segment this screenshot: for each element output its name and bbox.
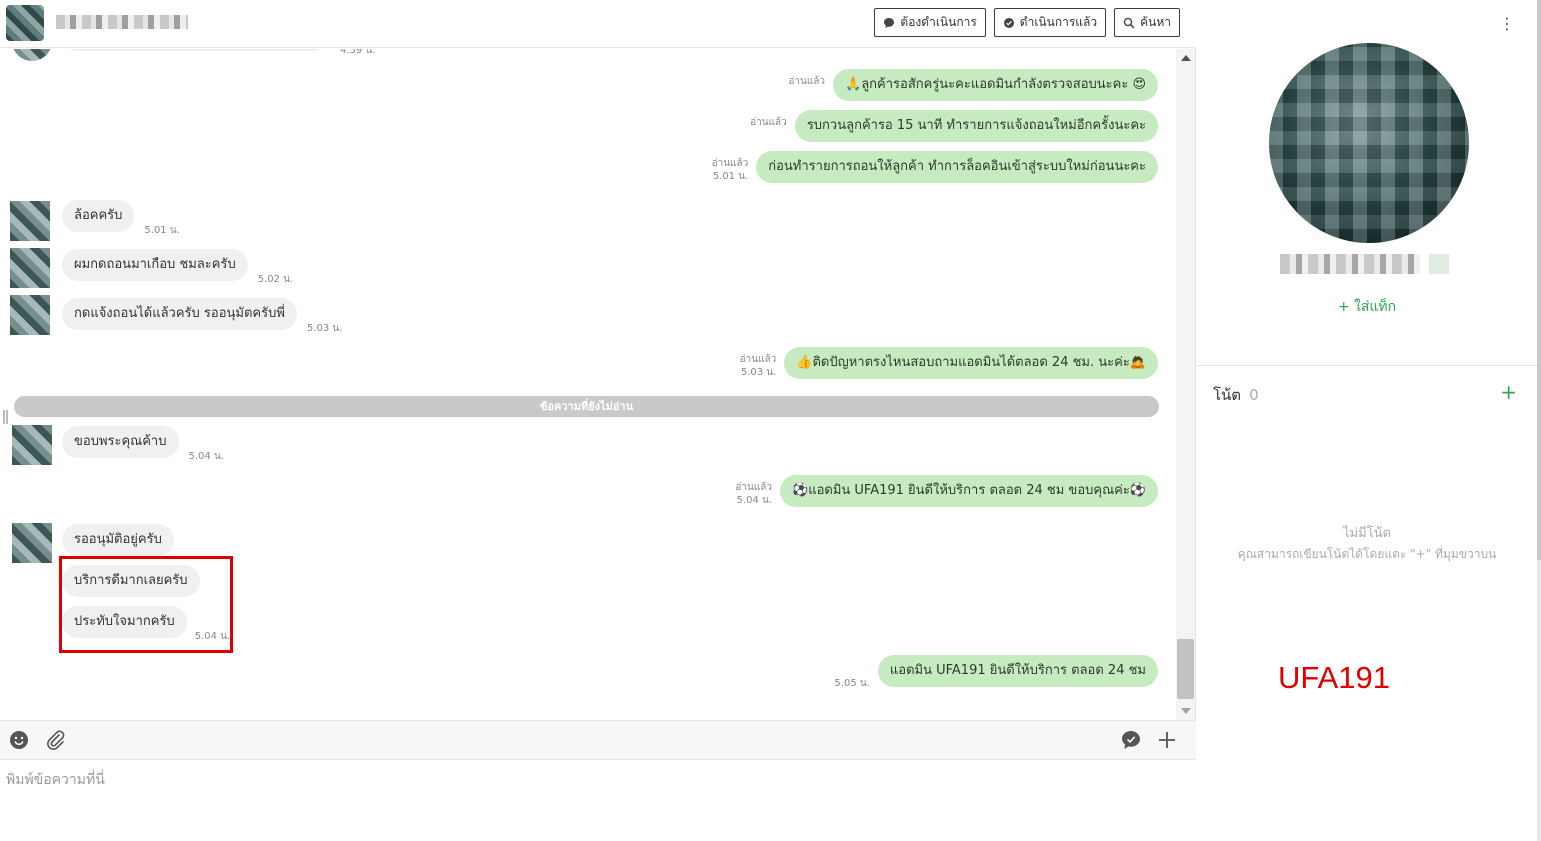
sidebar-divider — [1197, 365, 1537, 366]
message-time: 5.04 น. — [188, 451, 224, 462]
notes-empty-hint: คุณสามารถเขียนโน้ตได้โดยแตะ "+" ที่มุมขว… — [1237, 547, 1497, 561]
highlight-box — [59, 556, 233, 653]
sender-avatar — [10, 295, 50, 335]
scroll-up-arrow[interactable] — [1181, 55, 1191, 61]
profile-name-blurred — [1280, 254, 1420, 274]
watermark-text: UFA191 — [1278, 660, 1391, 695]
emoji-icon[interactable] — [8, 729, 30, 751]
scroll-down-arrow[interactable] — [1181, 708, 1191, 714]
message-time: 5.01 น. — [712, 171, 749, 182]
read-status: อ่านแล้ว — [788, 76, 826, 87]
scroll-thumb[interactable] — [1177, 639, 1194, 699]
chat-bubble-icon — [884, 17, 895, 28]
outgoing-message: อ่านแล้ว รบกวนลูกค้ารอ 15 นาที ทำรายการแ… — [750, 110, 1158, 142]
add-tag-button[interactable]: + ใส่แท็ก — [1197, 296, 1537, 318]
profile-picture[interactable] — [1269, 43, 1469, 243]
message-time: 4.59 น. — [340, 49, 376, 56]
incoming-message: รออนุมัติอยู่ครับ — [62, 524, 174, 556]
read-status: อ่านแล้ว — [750, 117, 787, 128]
message-time: 5.02 น. — [257, 274, 294, 285]
message-text: ขอบพระคุณค้าบ — [62, 426, 179, 458]
incoming-message: กดแจ้งถอนได้แล้วครับ รออนุมัตครับพี่ 5.0… — [62, 298, 342, 334]
chat-column: ต้องดำเนินการ ดำเนินการแล้ว ค้นหา 4.59 น… — [0, 0, 1196, 841]
message-time: 5.03 น. — [740, 367, 777, 378]
read-status: อ่านแล้ว — [739, 354, 777, 365]
message-time: 5.05 น. — [834, 678, 870, 689]
search-icon — [1123, 17, 1135, 29]
read-status: อ่านแล้ว — [735, 482, 773, 493]
chat-header: ต้องดำเนินการ ดำเนินการแล้ว ค้นหา — [0, 0, 1196, 48]
message-text: ผมกดถอนมาเกือบ ชมละครับ — [62, 249, 248, 281]
search-label: ค้นหา — [1140, 15, 1171, 29]
done-button[interactable]: ดำเนินการแล้ว — [993, 8, 1107, 37]
sidebar-scrollbar[interactable] — [1537, 0, 1541, 841]
message-list[interactable]: 4.59 น. อ่านแล้ว 🙏ลูกค้ารอสักครู่นะคะแอด… — [0, 49, 1176, 720]
drag-handle[interactable] — [3, 410, 8, 424]
incoming-message: ผมกดถอนมาเกือบ ชมละครับ 5.02 น. — [62, 249, 293, 285]
notes-title: โน้ต — [1213, 386, 1242, 404]
add-note-button[interactable]: + — [1500, 380, 1517, 404]
sender-avatar — [12, 49, 52, 61]
contact-name-blurred — [56, 15, 188, 29]
sender-avatar — [12, 425, 52, 465]
incoming-message: ล้อคครับ 5.01 น. — [62, 200, 180, 236]
incoming-message: ขอบพระคุณค้าบ 5.04 น. — [62, 426, 224, 462]
message-text: กดแจ้งถอนได้แล้วครับ รออนุมัตครับพี่ — [62, 298, 297, 330]
outgoing-message: อ่านแล้ว 5.04 น. ⚽แอดมิน UFA191 ยินดีให้… — [735, 475, 1158, 507]
composer — [0, 759, 1196, 841]
message-text: รบกวนลูกค้ารอ 15 นาที ทำรายการแจ้งถอนใหม… — [794, 110, 1158, 142]
notes-header: โน้ต 0 — [1213, 383, 1259, 407]
message-time: 5.04 น. — [736, 495, 773, 506]
todo-label: ต้องดำเนินการ — [900, 15, 977, 29]
message-text: ⚽แอดมิน UFA191 ยินดีให้บริการ ตลอด 24 ชม… — [780, 475, 1158, 507]
message-time: 5.01 น. — [144, 225, 180, 236]
contact-avatar[interactable] — [6, 5, 44, 41]
sender-avatar — [12, 523, 52, 563]
header-actions: ต้องดำเนินการ ดำเนินการแล้ว ค้นหา — [874, 8, 1180, 37]
message-text: แอดมิน UFA191 ยินดีให้บริการ ตลอด 24 ชม — [877, 655, 1158, 687]
notes-count: 0 — [1249, 386, 1259, 404]
message-text: 👍ติดปัญหาตรงไหนสอบถามแอดมินได้ตลอด 24 ชม… — [784, 347, 1158, 379]
message-text: รออนุมัติอยู่ครับ — [62, 524, 174, 556]
outgoing-message: อ่านแล้ว 🙏ลูกค้ารอสักครู่นะคะแอดมินกำลัง… — [788, 69, 1158, 101]
attachment-icon[interactable] — [44, 729, 66, 751]
message-text: ก่อนทำรายการถอนให้ลูกค้า ทำการล็อคอินเข้… — [756, 151, 1158, 183]
outgoing-message: อ่านแล้ว 5.03 น. 👍ติดปัญหาตรงไหนสอบถามแอ… — [740, 347, 1158, 379]
quick-reply-icon[interactable] — [1120, 729, 1142, 751]
message-time: 5.03 น. — [306, 323, 343, 334]
profile-badge — [1429, 254, 1449, 274]
partial-message — [62, 49, 327, 55]
contact-sidebar: ⋮ + ใส่แท็ก โน้ต 0 + ไม่มีโน้ต คุณสามารถเ… — [1197, 0, 1537, 841]
outgoing-message: อ่านแล้ว 5.01 น. ก่อนทำรายการถอนให้ลูกค้… — [712, 151, 1158, 183]
todo-button[interactable]: ต้องดำเนินการ — [874, 8, 986, 37]
more-options-icon[interactable]: ⋮ — [1499, 14, 1515, 33]
notes-empty-title: ไม่มีโน้ต — [1343, 526, 1391, 541]
outgoing-message: 5.05 น. แอดมิน UFA191 ยินดีให้บริการ ตลอ… — [834, 655, 1158, 689]
done-label: ดำเนินการแล้ว — [1019, 15, 1098, 29]
plus-icon[interactable] — [1156, 729, 1178, 751]
unread-divider: ข้อความที่ยังไม่อ่าน — [14, 396, 1159, 417]
message-text: 🙏ลูกค้ารอสักครู่นะคะแอดมินกำลังตรวจสอบนะ… — [833, 69, 1158, 101]
sidebar-scroll-thumb[interactable] — [1537, 0, 1541, 560]
message-text: ล้อคครับ — [62, 200, 135, 232]
search-button[interactable]: ค้นหา — [1114, 8, 1180, 37]
chat-app: ต้องดำเนินการ ดำเนินการแล้ว ค้นหา 4.59 น… — [0, 0, 1541, 841]
message-scrollbar[interactable] — [1176, 49, 1195, 720]
message-input[interactable] — [0, 760, 1196, 841]
read-status: อ่านแล้ว — [711, 158, 749, 169]
composer-toolbar — [0, 720, 1196, 759]
chat-check-icon — [1003, 17, 1014, 28]
sender-avatar — [10, 201, 50, 241]
sender-avatar — [10, 248, 50, 288]
